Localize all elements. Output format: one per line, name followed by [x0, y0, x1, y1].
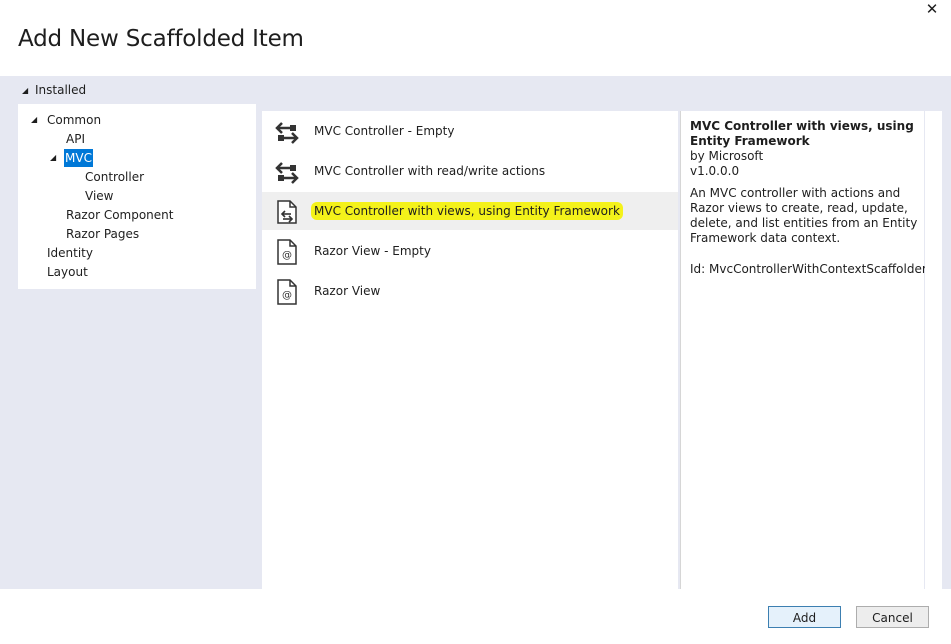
expanded-caret-icon[interactable]: ◢ — [31, 111, 37, 129]
tree-item-label: Razor Component — [66, 208, 174, 222]
razor-view-icon: @ — [277, 239, 297, 265]
installed-label: Installed — [35, 83, 87, 97]
category-tree: ◢ Common API ◢ MVC Controller View Razor… — [18, 104, 256, 289]
details-author: by Microsoft — [690, 149, 764, 163]
details-version: v1.0.0.0 — [690, 164, 740, 178]
template-label: Razor View — [314, 284, 381, 298]
tree-item-razor-pages[interactable]: Razor Pages — [65, 225, 140, 243]
tree-item-view[interactable]: View — [84, 187, 114, 205]
installed-header[interactable]: ◢ Installed — [22, 82, 86, 98]
tree-item-label: Identity — [47, 246, 93, 260]
razor-view-icon: @ — [277, 279, 297, 305]
tree-item-label: View — [85, 189, 114, 203]
tree-item-label: Razor Pages — [66, 227, 140, 241]
tree-item-common[interactable]: ◢ Common — [31, 111, 102, 129]
controller-arrows-icon — [275, 122, 299, 144]
expanded-caret-icon[interactable]: ◢ — [50, 149, 56, 167]
cancel-button[interactable]: Cancel — [856, 606, 929, 628]
tree-item-mvc[interactable]: ◢ MVC — [50, 149, 93, 167]
template-item-mvc-controller-entity-framework[interactable]: MVC Controller with views, using Entity … — [262, 192, 678, 230]
details-scrollbar[interactable] — [925, 111, 942, 589]
template-label: MVC Controller - Empty — [314, 124, 455, 138]
tree-item-label: Common — [47, 113, 102, 127]
template-label: Razor View - Empty — [314, 244, 431, 258]
template-item-razor-view[interactable]: @ Razor View — [262, 272, 678, 310]
tree-item-label: MVC — [64, 149, 93, 167]
svg-text:@: @ — [282, 250, 292, 261]
collapse-caret-icon[interactable]: ◢ — [22, 83, 35, 99]
details-id: Id: MvcControllerWithContextScaffolder — [690, 262, 927, 276]
close-icon[interactable]: ✕ — [922, 0, 942, 20]
template-label: MVC Controller with read/write actions — [314, 164, 546, 178]
tree-item-label: Controller — [85, 170, 145, 184]
tree-item-identity[interactable]: Identity — [46, 244, 94, 262]
dialog-title: Add New Scaffolded Item — [18, 26, 304, 52]
controller-document-icon — [277, 200, 297, 224]
tree-item-label: Layout — [47, 265, 88, 279]
details-description: An MVC controller with actions and Razor… — [690, 186, 918, 245]
template-item-razor-view-empty[interactable]: @ Razor View - Empty — [262, 232, 678, 270]
controller-arrows-icon — [275, 162, 299, 184]
template-item-mvc-controller-read-write[interactable]: MVC Controller with read/write actions — [262, 152, 678, 190]
details-title: MVC Controller with views, using Entity … — [690, 119, 914, 148]
template-label: MVC Controller with views, using Entity … — [311, 192, 623, 230]
tree-item-layout[interactable]: Layout — [46, 263, 89, 281]
details-panel: MVC Controller with views, using Entity … — [680, 111, 927, 589]
tree-item-label: API — [66, 132, 85, 146]
tree-item-api[interactable]: API — [65, 130, 86, 148]
tree-item-razor-component[interactable]: Razor Component — [65, 206, 174, 224]
highlighted-text: MVC Controller with views, using Entity … — [311, 202, 623, 220]
tree-item-controller[interactable]: Controller — [84, 168, 145, 186]
template-item-mvc-controller-empty[interactable]: MVC Controller - Empty — [262, 112, 678, 150]
svg-text:@: @ — [282, 290, 292, 301]
add-button[interactable]: Add — [768, 606, 841, 628]
template-list: MVC Controller - Empty MVC Controller wi… — [262, 111, 678, 589]
